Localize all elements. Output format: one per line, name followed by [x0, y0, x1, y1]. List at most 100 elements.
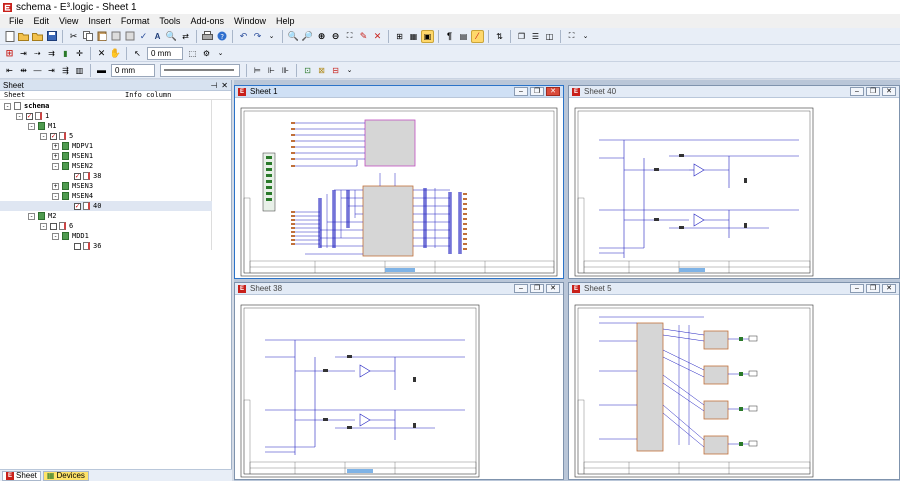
columns-icon[interactable]: ▥ — [73, 64, 86, 77]
symbol-yellow-icon[interactable]: ⊠ — [315, 64, 328, 77]
tree-node[interactable]: - MSEN4 — [0, 191, 93, 201]
print-icon[interactable] — [201, 30, 214, 43]
align-left-icon[interactable]: ⇤ — [3, 64, 16, 77]
restore-button[interactable]: ❐ — [530, 284, 544, 293]
text-center-icon[interactable]: ⊩ — [265, 64, 278, 77]
text-left-icon[interactable]: ⊨ — [251, 64, 264, 77]
sheet-window-38[interactable]: E Sheet 38 – ❐ ✕ — [234, 282, 564, 480]
collapse-icon[interactable]: - — [28, 212, 35, 220]
text-spell-icon[interactable]: A — [151, 30, 164, 43]
minimize-button[interactable]: – — [514, 87, 528, 96]
close-button[interactable]: ✕ — [546, 284, 560, 293]
new-file-icon[interactable] — [3, 30, 16, 43]
minimize-button[interactable]: – — [850, 87, 864, 96]
symbol-red-icon[interactable]: ⊟ — [329, 64, 342, 77]
display-mode-icon[interactable]: ▣ — [421, 29, 434, 43]
tree-node[interactable]: + MSEN1 — [0, 151, 93, 161]
tree-node[interactable]: ✓ 40 — [0, 201, 212, 211]
tree-node[interactable]: - ✓ 1 — [0, 111, 49, 121]
collapse-icon[interactable]: - — [28, 122, 35, 130]
collapse-icon[interactable]: - — [52, 192, 59, 200]
menu-format[interactable]: Format — [116, 16, 155, 26]
cascade-icon[interactable]: ❐ — [515, 30, 528, 43]
grid-toggle-icon[interactable]: ⬚ — [186, 47, 199, 60]
expand-icon[interactable]: + — [52, 182, 59, 190]
copy-icon[interactable] — [81, 30, 94, 43]
sheet-checkbox[interactable] — [74, 242, 81, 250]
frame-icon[interactable]: ▤ — [457, 30, 470, 43]
delete-red-icon[interactable]: ✕ — [371, 30, 384, 43]
symbol-green-icon[interactable]: ⊡ — [301, 64, 314, 77]
paste-icon[interactable] — [95, 30, 108, 43]
tree-node[interactable]: - schema — [0, 101, 49, 111]
paragraph-icon[interactable]: ¶ — [443, 30, 456, 43]
open-folder-icon[interactable] — [17, 30, 30, 43]
hand-icon[interactable]: ✋ — [109, 47, 122, 60]
copy-format-icon[interactable] — [109, 30, 122, 43]
toolbar-chevron-icon[interactable]: ⌄ — [579, 30, 592, 43]
column-sheet[interactable]: Sheet — [0, 91, 125, 99]
menu-addons[interactable]: Add-ons — [185, 16, 229, 26]
sheet-checkbox[interactable] — [50, 222, 57, 230]
zoom-plus-icon[interactable]: ⊕ — [315, 30, 328, 43]
tree-node[interactable]: - ✓ 5 — [0, 131, 73, 141]
connect-icon[interactable]: ⇅ — [493, 30, 506, 43]
close-panel-icon[interactable]: ✕ — [221, 81, 228, 90]
line-icon[interactable]: — — [31, 64, 44, 77]
schematic-canvas[interactable] — [569, 295, 899, 479]
fullscreen-icon[interactable]: ⛶ — [565, 30, 578, 43]
cut-icon[interactable]: ✂ — [67, 30, 80, 43]
close-button[interactable]: ✕ — [882, 87, 896, 96]
sheet-window-header[interactable]: E Sheet 38 – ❐ ✕ — [235, 283, 563, 295]
help-icon[interactable]: ? — [215, 30, 228, 43]
highlight-icon[interactable]: ✎ — [357, 30, 370, 43]
sheet-window-1[interactable]: E Sheet 1 – ❐ ✕ — [234, 85, 564, 279]
tree-node[interactable]: - M1 — [0, 121, 56, 131]
collapse-icon[interactable]: - — [52, 232, 59, 240]
tile-vertical-icon[interactable]: ◫ — [543, 30, 556, 43]
find-icon[interactable]: 🔍 — [165, 30, 178, 43]
menu-view[interactable]: View — [54, 16, 83, 26]
menu-insert[interactable]: Insert — [83, 16, 116, 26]
sheet-checkbox[interactable]: ✓ — [74, 172, 81, 180]
menu-window[interactable]: Window — [229, 16, 271, 26]
save-icon[interactable] — [45, 30, 58, 43]
column-info[interactable]: Info column — [125, 91, 171, 99]
restore-button[interactable]: ❐ — [866, 87, 880, 96]
sheet-window-40[interactable]: E Sheet 40 – ❐ ✕ — [568, 85, 900, 279]
zoom-minus-icon[interactable]: ⊖ — [329, 30, 342, 43]
collapse-icon[interactable]: - — [40, 222, 47, 230]
schematic-canvas[interactable] — [235, 98, 563, 278]
sheet-window-header[interactable]: E Sheet 40 – ❐ ✕ — [569, 86, 899, 98]
toolbar-chevron-icon[interactable]: ⌄ — [265, 30, 278, 43]
tree-node[interactable]: + MDPV1 — [0, 141, 93, 151]
tree-node[interactable]: ✓ 38 — [0, 171, 101, 181]
tree-node[interactable]: - MDD1 — [0, 231, 89, 241]
tab-sheet[interactable]: E Sheet — [2, 470, 41, 481]
tree-node[interactable]: - MSEN2 — [0, 161, 93, 171]
tree-node[interactable]: - M2 — [0, 211, 56, 221]
expand-icon[interactable]: + — [52, 152, 59, 160]
pin-panel-icon[interactable]: ⊣ — [210, 81, 217, 90]
paste-format-icon[interactable] — [123, 30, 136, 43]
align-center-icon[interactable]: ⇹ — [17, 64, 30, 77]
tree-node[interactable]: -6 — [0, 221, 73, 231]
menu-help[interactable]: Help — [271, 16, 300, 26]
sheet-checkbox[interactable]: ✓ — [26, 112, 33, 120]
settings-icon[interactable]: ⚙ — [200, 47, 213, 60]
tree-node[interactable]: + MSEN3 — [0, 181, 93, 191]
redo-icon[interactable]: ↷ — [251, 30, 264, 43]
terminal-icon[interactable]: ✛ — [73, 47, 86, 60]
line-style-combo[interactable] — [160, 63, 240, 77]
grid-icon[interactable]: ⊞ — [393, 30, 406, 43]
schematic-canvas[interactable] — [235, 295, 563, 479]
zoom-fit-icon[interactable]: ⛶ — [343, 30, 356, 43]
menu-file[interactable]: File — [4, 16, 29, 26]
collapse-icon[interactable]: - — [4, 102, 11, 110]
toolbar-chevron-icon[interactable]: ⌄ — [343, 64, 356, 77]
close-button[interactable]: ✕ — [546, 87, 560, 96]
zoom-out-icon[interactable]: 🔎 — [301, 30, 314, 43]
cable-icon[interactable]: ▮ — [59, 47, 72, 60]
undo-icon[interactable]: ↶ — [237, 30, 250, 43]
block-icon[interactable]: ⇉ — [45, 47, 58, 60]
